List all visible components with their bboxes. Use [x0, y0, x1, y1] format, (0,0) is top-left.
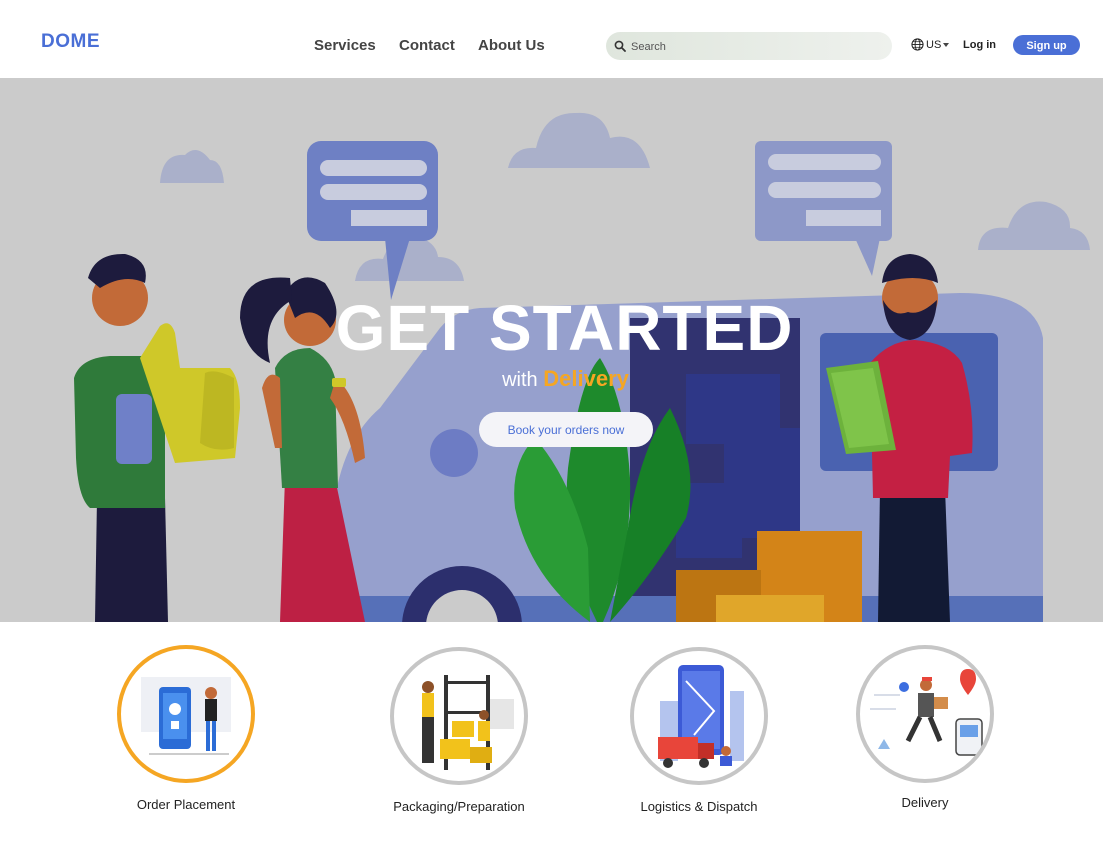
step-image-logistics: [630, 647, 768, 785]
search-icon: [614, 40, 626, 52]
step-label-logistics: Logistics & Dispatch: [640, 799, 758, 814]
step-image-order-placement: [117, 645, 255, 783]
step-order-placement[interactable]: Order Placement: [116, 645, 256, 812]
step-image-packaging: [390, 647, 528, 785]
language-label: US: [926, 38, 942, 51]
hero-subtitle-highlight: Delivery: [543, 366, 629, 391]
step-label-packaging: Packaging/Preparation: [393, 799, 525, 814]
search-bar: [606, 32, 892, 60]
language-selector[interactable]: US: [911, 38, 950, 51]
packaging-illustration: [422, 675, 514, 770]
globe-icon: [911, 38, 924, 51]
hero-banner: GET STARTED with Delivery Book your orde…: [0, 78, 1103, 622]
chevron-down-icon: [943, 42, 950, 47]
hero-title: GET STARTED: [335, 292, 794, 364]
hero-subtitle-prefix: with: [502, 369, 538, 391]
step-delivery[interactable]: Delivery: [855, 645, 995, 810]
step-packaging-preparation[interactable]: Packaging/Preparation: [389, 647, 529, 814]
book-orders-button[interactable]: Book your orders now: [479, 412, 653, 447]
step-label-order-placement: Order Placement: [136, 797, 236, 812]
step-image-delivery: [856, 645, 994, 783]
nav-about-us[interactable]: About Us: [478, 37, 545, 54]
order-placement-illustration: [141, 677, 231, 755]
search-input[interactable]: [629, 36, 883, 58]
logistics-illustration: [658, 665, 744, 768]
delivery-illustration: [870, 669, 983, 756]
nav-services[interactable]: Services: [314, 37, 376, 54]
step-label-delivery: Delivery: [901, 795, 949, 810]
logo[interactable]: DOME: [41, 31, 100, 53]
step-logistics-dispatch[interactable]: Logistics & Dispatch: [629, 647, 769, 814]
login-link[interactable]: Log in: [963, 39, 996, 51]
signup-button[interactable]: Sign up: [1013, 35, 1080, 55]
hero-subtitle: with Delivery: [14, 366, 1103, 392]
nav-contact[interactable]: Contact: [399, 37, 455, 54]
top-navbar: DOME Services Contact About Us US Log in…: [0, 0, 1103, 78]
